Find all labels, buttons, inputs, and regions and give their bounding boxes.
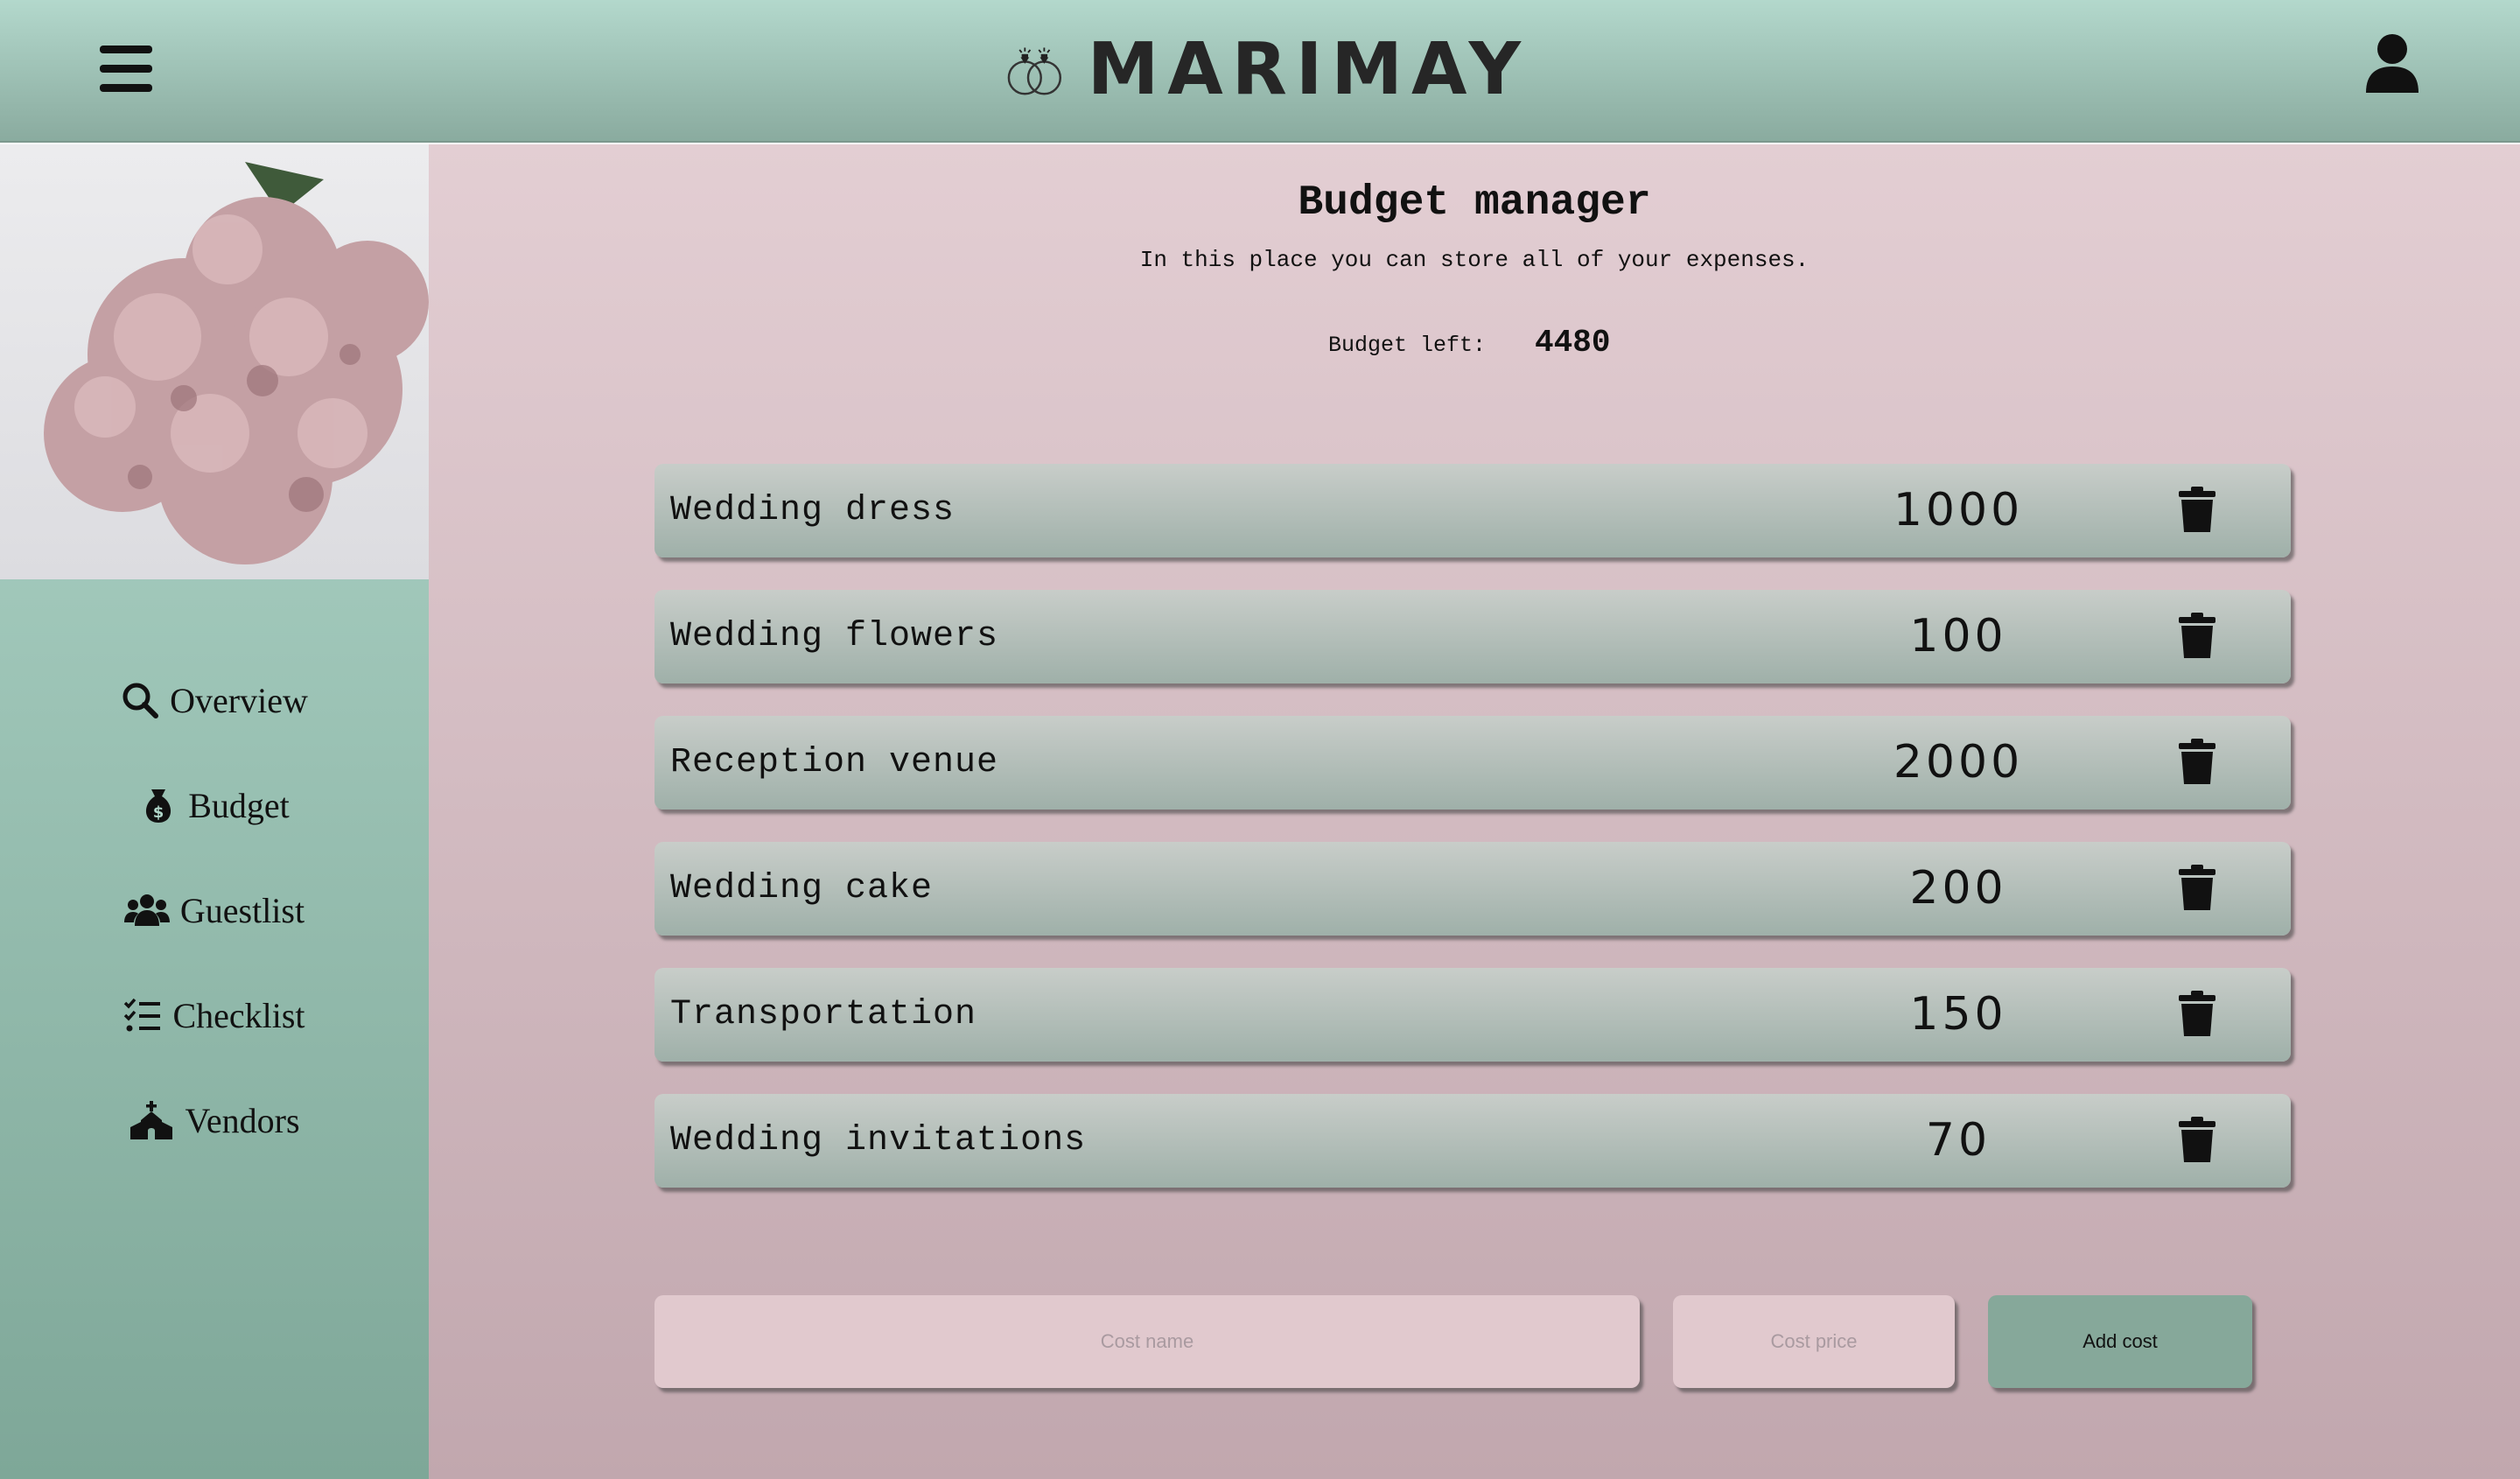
cost-name: Reception venue xyxy=(670,743,999,782)
church-icon xyxy=(130,1101,173,1139)
cost-name: Wedding flowers xyxy=(670,617,999,656)
cost-row: Wedding invitations 70 xyxy=(654,1094,2291,1188)
cost-name-input[interactable] xyxy=(654,1295,1640,1388)
budget-left: Budget left: 4480 xyxy=(1328,325,1610,361)
cost-list: Wedding dress 1000 Wedding flowers 100 R… xyxy=(654,464,2291,1220)
cost-name: Wedding dress xyxy=(670,491,956,530)
trash-icon[interactable] xyxy=(2179,865,2216,910)
sidebar-item-vendors[interactable]: Vendors xyxy=(0,1068,429,1173)
cost-price: 1000 xyxy=(1893,484,2024,536)
budget-left-value: 4480 xyxy=(1535,325,1611,361)
cost-row: Wedding dress 1000 xyxy=(654,464,2291,557)
search-icon xyxy=(122,683,159,718)
cost-price: 70 xyxy=(1925,1114,1992,1167)
cost-row: Wedding flowers 100 xyxy=(654,590,2291,683)
trash-icon[interactable] xyxy=(2179,991,2216,1036)
sidebar-item-budget[interactable]: $ Budget xyxy=(0,753,429,858)
sidebar-item-label: Guestlist xyxy=(179,890,305,930)
cost-row: Transportation 150 xyxy=(654,968,2291,1062)
budget-left-label: Budget left: xyxy=(1328,333,1487,358)
cost-price: 100 xyxy=(1909,610,2007,662)
sidebar-item-overview[interactable]: Overview xyxy=(0,648,429,753)
cost-price: 2000 xyxy=(1893,736,2024,789)
cost-name: Wedding cake xyxy=(670,869,934,908)
sidebar-item-label: Vendors xyxy=(185,1100,300,1140)
add-cost-button[interactable]: Add cost xyxy=(1988,1295,2252,1388)
sidebar-item-label: Budget xyxy=(188,785,290,825)
cost-price-input[interactable] xyxy=(1673,1295,1955,1388)
cost-name: Wedding invitations xyxy=(670,1121,1087,1160)
main-content: Budget manager In this place you can sto… xyxy=(429,144,2520,1479)
user-profile-icon[interactable] xyxy=(2364,33,2420,95)
add-cost-form: Add cost xyxy=(654,1295,2291,1391)
hamburger-menu-icon[interactable] xyxy=(100,46,152,92)
trash-icon[interactable] xyxy=(2179,613,2216,658)
sidebar-item-checklist[interactable]: Checklist xyxy=(0,963,429,1068)
sidebar-item-guestlist[interactable]: Guestlist xyxy=(0,858,429,963)
cost-price: 150 xyxy=(1909,988,2007,1041)
sidebar-nav: Overview $ Budget Guestlist Checklist Ve… xyxy=(0,648,429,1173)
cost-name: Transportation xyxy=(670,995,977,1034)
page-title: Budget manager xyxy=(1298,179,1651,227)
cost-row: Wedding cake 200 xyxy=(654,842,2291,936)
cost-price: 200 xyxy=(1909,862,2007,915)
logo[interactable]: MARIMAY xyxy=(1004,21,1530,117)
page-subtitle: In this place you can store all of your … xyxy=(1139,247,1810,273)
cost-row: Reception venue 2000 xyxy=(654,716,2291,810)
users-icon xyxy=(123,894,170,926)
checklist-icon xyxy=(124,998,161,1032)
logo-text: MARIMAY xyxy=(1087,27,1530,111)
sidebar-item-label: Overview xyxy=(170,680,308,720)
trash-icon[interactable] xyxy=(2179,487,2216,532)
sidebar-item-label: Checklist xyxy=(172,995,305,1035)
money-bag-icon: $ xyxy=(146,789,172,823)
trash-icon[interactable] xyxy=(2179,739,2216,784)
sidebar: Overview $ Budget Guestlist Checklist Ve… xyxy=(0,144,429,1479)
trash-icon[interactable] xyxy=(2179,1117,2216,1162)
top-header: MARIMAY xyxy=(0,0,2520,143)
wedding-rings-icon xyxy=(1007,47,1062,95)
pink-hydrangea-flowers-photo xyxy=(0,144,429,579)
svg-text:$: $ xyxy=(153,803,164,822)
